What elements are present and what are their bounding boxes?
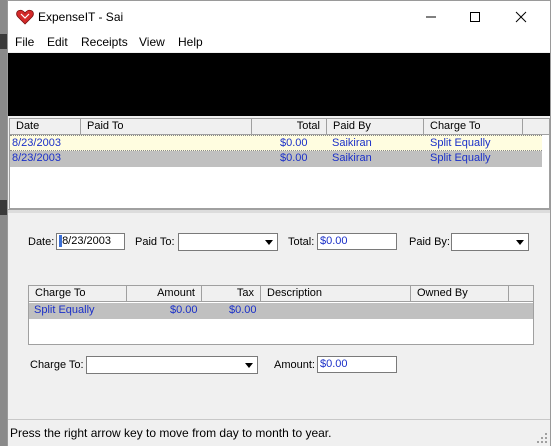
column-header-description[interactable]: Description [261,286,411,302]
cell-date: 8/23/2003 [12,137,61,149]
column-header-tax[interactable]: Tax [202,286,261,302]
charge-to-label: Charge To: [30,359,84,371]
column-header-paid-by[interactable]: Paid By [327,119,424,135]
menu-receipts[interactable]: Receipts [81,35,128,49]
cell-charge-to: Split Equally [34,304,95,316]
column-header-total[interactable]: Total [252,119,327,135]
date-label: Date: [28,236,55,248]
black-header-area [8,53,550,116]
amount-field[interactable]: $0.00 [317,356,397,373]
maximize-button[interactable] [452,1,498,32]
resize-grip-icon[interactable] [534,430,548,444]
table-row[interactable]: 8/23/2003 $0.00 Saikiran Split Equally [10,135,542,151]
chevron-down-icon[interactable] [241,358,256,372]
expense-grid[interactable]: Date Paid To Total Paid By Charge To 8/2… [9,118,550,209]
date-value: 8/23/2003 [62,235,111,247]
chevron-down-icon[interactable] [512,235,527,249]
menu-file[interactable]: File [15,35,34,49]
table-row[interactable]: Split Equally $0.00 $0.00 [29,303,533,319]
table-row[interactable]: 8/23/2003 $0.00 Saikiran Split Equally [10,151,542,167]
amount-value: $0.00 [320,358,348,370]
charge-to-dropdown[interactable] [86,356,258,374]
cell-tax: $0.00 [229,304,257,316]
column-header-charge-to[interactable]: Charge To [29,286,127,302]
cell-charge-to: Split Equally [430,137,491,149]
cell-total: $0.00 [280,137,308,149]
line-items-grid[interactable]: Charge To Amount Tax Description Owned B… [28,285,534,345]
cell-paid-by: Saikiran [332,152,372,164]
column-header-empty [509,286,533,302]
heart-app-icon [16,9,34,25]
title-bar: ExpenseIT - Sai [8,1,550,32]
cell-paid-by: Saikiran [332,137,372,149]
column-header-charge-to[interactable]: Charge To [424,119,523,135]
column-header-amount[interactable]: Amount [127,286,202,302]
status-bar: Press the right arrow key to move from d… [8,419,550,446]
paid-by-label: Paid By: [409,236,450,248]
menu-bar: File Edit Receipts View Help [8,32,550,52]
cell-date: 8/23/2003 [12,152,61,164]
status-text: Press the right arrow key to move from d… [10,426,332,440]
date-field[interactable]: 8/23/2003 [56,233,125,250]
column-header-date[interactable]: Date [10,119,81,135]
chevron-down-icon[interactable] [261,235,276,249]
cell-charge-to: Split Equally [430,152,491,164]
total-field[interactable]: $0.00 [317,233,397,250]
paid-by-dropdown[interactable] [451,233,529,251]
pane-splitter[interactable] [8,209,550,213]
cell-total: $0.00 [280,152,308,164]
total-label: Total: [288,236,315,248]
maximize-icon [470,11,480,22]
column-header-owned-by[interactable]: Owned By [411,286,509,302]
menu-view[interactable]: View [139,35,165,49]
cell-amount: $0.00 [170,304,198,316]
paid-to-dropdown[interactable] [178,233,278,251]
column-header-paid-to[interactable]: Paid To [81,119,252,135]
menu-help[interactable]: Help [178,35,203,49]
column-header-empty [523,119,549,135]
close-icon [515,11,527,22]
paid-to-label: Paid To: [135,236,175,248]
window-title: ExpenseIT - Sai [38,10,124,24]
app-window: ExpenseIT - Sai File Edit Receipts View … [7,0,551,446]
close-button[interactable] [498,1,544,32]
amount-label: Amount: [274,359,315,371]
minimize-icon [426,16,436,17]
menu-edit[interactable]: Edit [47,35,68,49]
minimize-button[interactable] [408,1,454,32]
total-value: $0.00 [320,235,348,247]
